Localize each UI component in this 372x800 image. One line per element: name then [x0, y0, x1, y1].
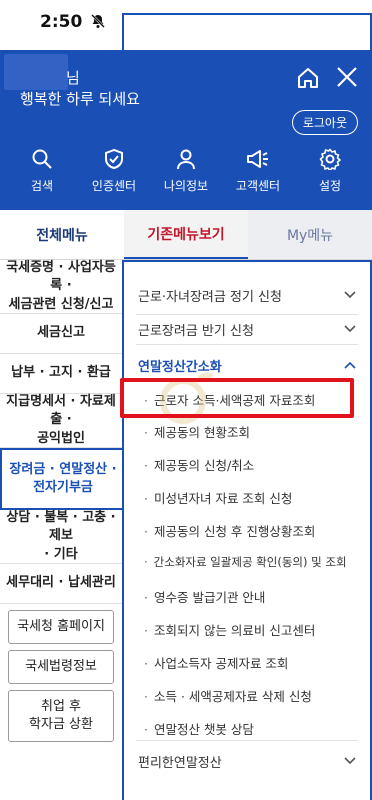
- chevron-down-icon: [344, 322, 356, 337]
- home-icon[interactable]: [296, 66, 320, 94]
- left-category-menu: 국세증명 · 사업자등록 · 세금관련 신청/신고 세금신고 납부 · 고지 ·…: [0, 260, 124, 800]
- chevron-down-icon: [344, 288, 356, 303]
- submenu-panel: 근로·자녀장려금 정기 신청 근로장려금 반기 신청 연말정산간소화 · 근로자 …: [122, 260, 372, 800]
- submenu-item[interactable]: · 제공동의 신청 후 진행상황조회: [144, 521, 362, 540]
- quick-link-label: 고객센터: [235, 179, 281, 193]
- person-icon: [175, 148, 197, 173]
- divider: [136, 314, 358, 315]
- chevron-down-icon: [344, 754, 356, 769]
- category-payment[interactable]: 납부 · 고지 · 환급: [0, 354, 122, 394]
- category-consultation[interactable]: 상담 · 불복 · 고충 · 제보 · 기타: [0, 510, 122, 564]
- quick-link-label: 인증센터: [91, 179, 137, 193]
- menu-item-label: 근로장려금 반기 신청: [138, 324, 254, 339]
- greeting-text: 행복한 하루 되세요: [20, 90, 140, 108]
- highlight-box: [120, 378, 354, 418]
- quick-links: 검색 인증센터 나의정보 고객센터 설정: [0, 148, 372, 194]
- divider: [136, 740, 358, 741]
- submenu-item[interactable]: · 소득 · 세액공제자료 삭제 신청: [144, 686, 362, 705]
- status-time: 2:50: [40, 12, 83, 32]
- menu-item-regular-incentive[interactable]: 근로·자녀장려금 정기 신청: [138, 286, 356, 305]
- category-certificates[interactable]: 국세증명 · 사업자등록 · 세금관련 신청/신고: [0, 260, 122, 314]
- quick-link-label: 검색: [30, 179, 54, 193]
- category-tax-agent[interactable]: 세무대리 · 납세관리: [0, 564, 122, 604]
- submenu-item[interactable]: · 미성년자녀 자료 조회 신청: [144, 488, 362, 507]
- close-icon[interactable]: [336, 66, 358, 92]
- tax-law-info-button[interactable]: 국세법령정보: [8, 650, 114, 684]
- student-loan-button[interactable]: 취업 후 학자금 상환: [8, 690, 114, 742]
- status-bar: 2:50 78: [0, 0, 372, 553]
- silent-bell-icon: [90, 13, 106, 33]
- category-tax-filing[interactable]: 세금신고: [0, 314, 122, 354]
- submenu-item[interactable]: · 간소화자료 일괄제공 확인(동의) 및 조회: [144, 554, 362, 570]
- submenu-item[interactable]: · 제공동의 신청/취소: [144, 455, 362, 474]
- megaphone-icon: [246, 148, 270, 173]
- quick-link-label: 나의정보: [163, 179, 209, 193]
- submenu-item[interactable]: · 조회되지 않는 의료비 신고센터: [144, 620, 362, 639]
- shield-check-icon: [103, 148, 125, 173]
- app-header: 님 행복한 하루 되세요 로그아웃 검색 인증센터 나의정보 고객센터 설정: [0, 50, 372, 210]
- quick-link-customer-center[interactable]: 고객센터: [226, 148, 290, 194]
- quick-link-label: 설정: [318, 179, 342, 193]
- tab-my-menu[interactable]: My메뉴: [248, 210, 372, 259]
- user-name-suffix: 님: [66, 69, 80, 87]
- menu-item-label: 근로·자녀장려금 정기 신청: [138, 290, 282, 305]
- logout-button[interactable]: 로그아웃: [291, 110, 358, 135]
- divider: [136, 344, 358, 345]
- menu-item-label: 편리한연말정산: [138, 756, 222, 771]
- submenu-item[interactable]: · 영수증 발급기관 안내: [144, 587, 362, 606]
- tab-legacy-menu[interactable]: 기존메뉴보기: [124, 210, 248, 259]
- menu-tabs: 전체메뉴 기존메뉴보기 My메뉴: [0, 210, 372, 260]
- submenu-item[interactable]: · 사업소득자 공제자료 조회: [144, 653, 362, 672]
- quick-link-auth-center[interactable]: 인증센터: [82, 148, 146, 194]
- quick-link-settings[interactable]: 설정: [298, 148, 362, 194]
- quick-link-search[interactable]: 검색: [10, 148, 74, 194]
- gear-icon: [319, 148, 341, 173]
- menu-item-half-incentive[interactable]: 근로장려금 반기 신청: [138, 320, 356, 339]
- nts-homepage-button[interactable]: 국세청 홈페이지: [8, 610, 114, 644]
- menu-item-easy-yearend[interactable]: 편리한연말정산: [138, 752, 356, 771]
- category-statements[interactable]: 지급명세서 · 자료제출 · 공익법인: [0, 394, 122, 448]
- search-icon: [31, 148, 53, 173]
- submenu-item[interactable]: · 연말정산 챗봇 상담: [144, 719, 362, 738]
- user-name-masked: [4, 54, 68, 90]
- tab-all-menu[interactable]: 전체메뉴: [0, 210, 124, 259]
- category-incentive-yearend[interactable]: 장려금 · 연말정산 · 전자기부금: [0, 448, 124, 510]
- chevron-up-icon: [344, 358, 356, 373]
- quick-link-my-info[interactable]: 나의정보: [154, 148, 218, 194]
